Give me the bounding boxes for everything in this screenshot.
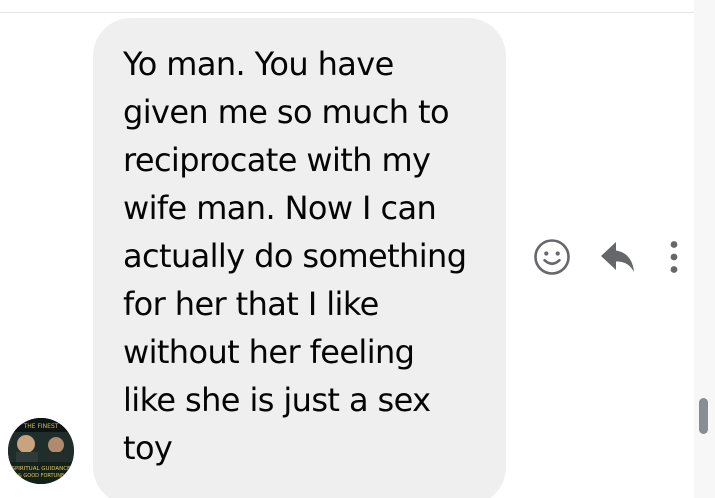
avatar-logo-bottom: & GOOD FORTUNE [18, 473, 64, 479]
message-thread: THE FINEST SPIRITUAL GUIDANCE & GOOD FOR… [0, 0, 715, 498]
reply-arrow-icon [601, 242, 634, 272]
reply-button[interactable] [596, 236, 640, 278]
more-options-button[interactable] [664, 236, 684, 278]
message-actions [530, 236, 684, 278]
smiley-face-icon [534, 239, 570, 275]
avatar-logo-middle: SPIRITUAL GUIDANCE [11, 466, 71, 472]
vertical-ellipsis-icon [670, 241, 678, 273]
avatar-logo-top: THE FINEST [23, 423, 59, 430]
scrollbar-track[interactable] [694, 0, 715, 498]
divider [0, 12, 694, 13]
message-bubble[interactable]: Yo man. You have given me so much to rec… [93, 18, 506, 498]
avatar-image: THE FINEST SPIRITUAL GUIDANCE & GOOD FOR… [8, 418, 74, 484]
scrollbar-thumb[interactable] [699, 398, 708, 434]
sender-avatar[interactable]: THE FINEST SPIRITUAL GUIDANCE & GOOD FOR… [8, 418, 74, 484]
react-button[interactable] [530, 236, 574, 278]
